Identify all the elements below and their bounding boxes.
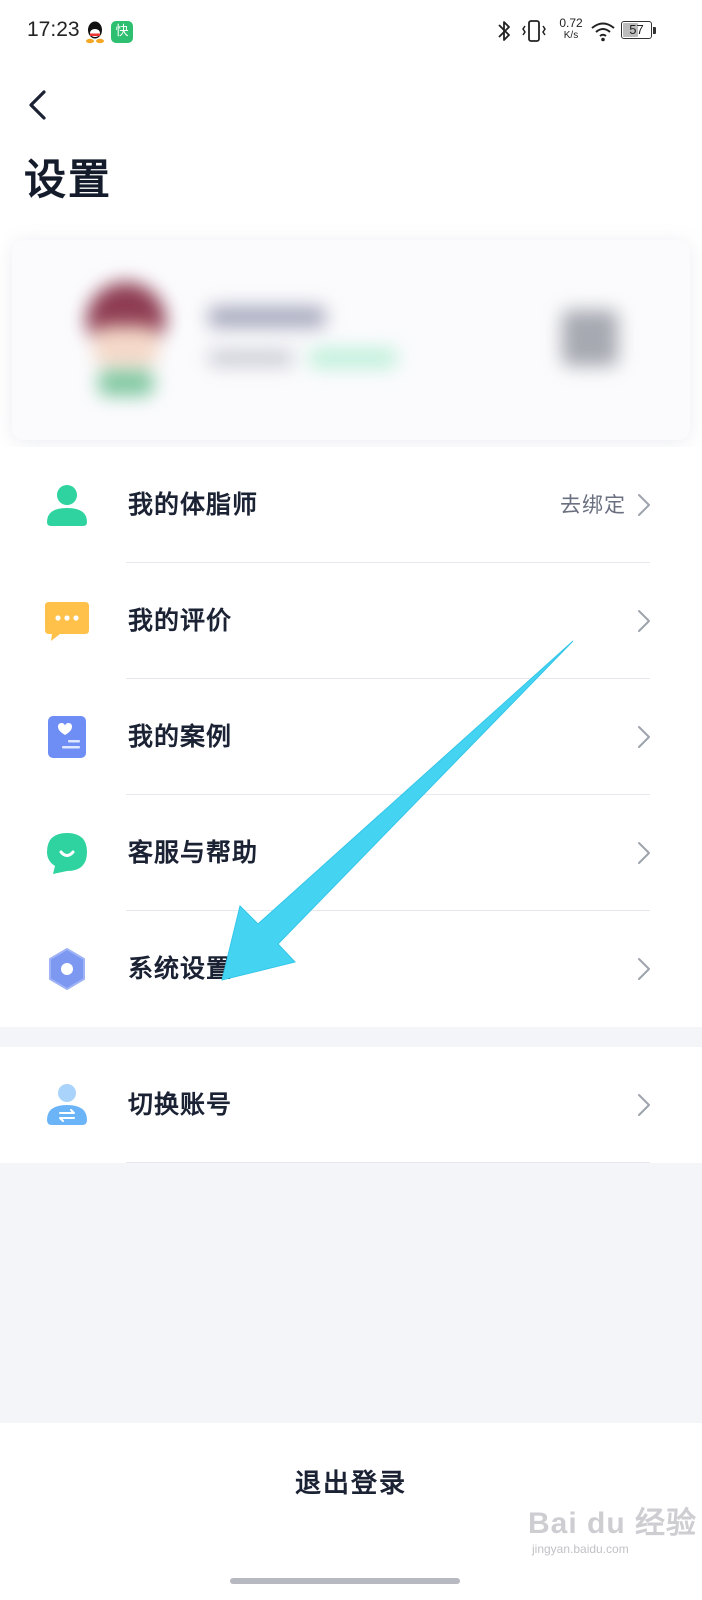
profile-tag-blurred [308,348,398,368]
chevron-right-icon [638,958,650,980]
avatar-face [94,326,158,366]
battery-percent: 57 [629,22,644,37]
baidu-jingyan-watermark: Bai du 经验 jingyan.baidu.com [528,1492,698,1562]
menu-item-label: 我的案例 [128,722,233,751]
menu-item-label: 系统设置 [128,954,233,983]
qr-code-icon[interactable] [562,310,618,366]
menu-item-label: 我的体脂师 [128,490,259,519]
status-bar: 17:23 快 0.72 K/s 57 [0,0,702,62]
network-speed: 0.72 K/s [554,16,588,42]
chevron-right-icon [638,1094,650,1116]
app-badge-icon: 快 [111,21,133,43]
hexagon-settings-icon [49,948,85,990]
switch-account-icon [47,1084,87,1125]
menu-item-switch-account[interactable]: 切换账号 [0,1047,702,1163]
profile-subtitle-blurred [208,350,294,366]
menu-item-my-cases[interactable]: 我的案例 [0,679,702,795]
network-speed-value: 0.72 [559,16,583,30]
section-gap [0,1027,702,1047]
case-document-icon [48,716,86,758]
menu-item-customer-service[interactable]: 客服与帮助 [0,795,702,911]
profile-card[interactable] [12,240,690,440]
back-button[interactable] [22,84,58,128]
avatar [78,282,174,402]
empty-background [0,1163,702,1423]
menu-item-label: 我的评价 [128,606,233,635]
watermark-site: jingyan.baidu.com [532,1542,629,1556]
watermark-brand: Bai du 经验 [528,1507,698,1540]
chevron-right-icon [638,610,650,632]
vibrate-icon [522,20,546,42]
qq-icon [86,21,104,44]
unbind-link[interactable]: 去绑定 [560,489,626,519]
menu-item-my-reviews[interactable]: 我的评价 [0,563,702,679]
avatar-shirt [98,370,154,396]
battery-indicator: 57 [621,21,657,41]
page-title: 设置 [24,155,113,204]
menu-item-system-settings[interactable]: 系统设置 [0,911,702,1027]
person-icon [47,485,87,526]
menu-item-label: 切换账号 [128,1090,233,1119]
customer-service-icon [47,833,87,874]
chevron-right-icon [638,726,650,748]
network-speed-unit: K/s [563,30,579,41]
chevron-right-icon [638,494,650,516]
chevron-right-icon [638,842,650,864]
battery-tip [653,27,656,34]
menu-item-my-coach[interactable]: 我的体脂师 去绑定 [0,447,702,563]
profile-name-blurred [208,306,326,328]
chat-bubble-icon [45,602,89,641]
status-time: 17:23 [27,18,80,41]
wifi-icon [591,22,615,42]
bluetooth-icon [498,21,510,41]
home-indicator[interactable] [230,1578,460,1584]
menu-item-label: 客服与帮助 [128,838,259,867]
